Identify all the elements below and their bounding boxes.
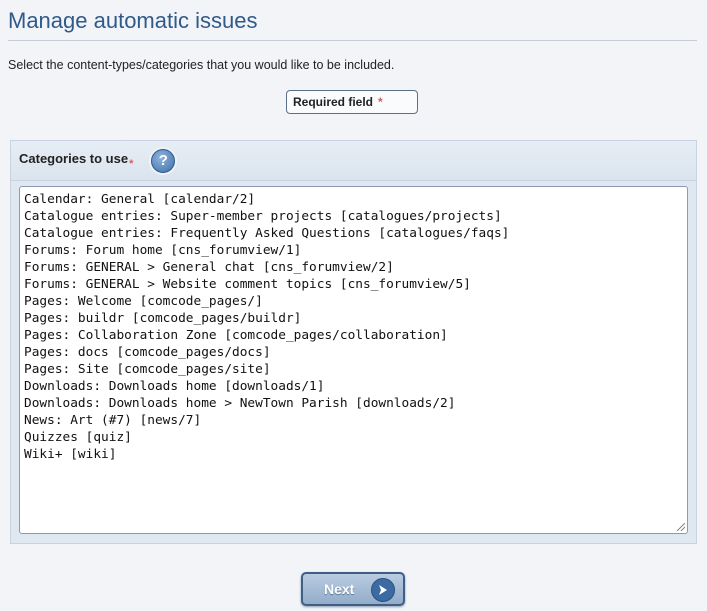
next-button[interactable]: Next	[301, 572, 405, 606]
category-option[interactable]: Forums: GENERAL > Website comment topics…	[24, 276, 683, 293]
category-option[interactable]: Catalogue entries: Super-member projects…	[24, 208, 683, 225]
category-option[interactable]: News: Art (#7) [news/7]	[24, 412, 683, 429]
title-divider	[8, 40, 697, 41]
categories-header: Categories to use* ?	[11, 141, 696, 181]
category-option[interactable]: Pages: docs [comcode_pages/docs]	[24, 344, 683, 361]
category-option[interactable]: Quizzes [quiz]	[24, 429, 683, 446]
category-option[interactable]: Forums: GENERAL > General chat [cns_foru…	[24, 259, 683, 276]
required-marker: *	[378, 95, 383, 109]
categories-select[interactable]: Calendar: General [calendar/2] Catalogue …	[19, 186, 688, 534]
arrow-right-icon	[371, 578, 395, 602]
category-option[interactable]: Calendar: General [calendar/2]	[24, 191, 683, 208]
required-field-label: Required field	[293, 95, 374, 109]
intro-text: Select the content-types/categories that…	[8, 58, 395, 72]
category-option[interactable]: Pages: Site [comcode_pages/site]	[24, 361, 683, 378]
categories-required-marker: *	[129, 157, 134, 170]
category-option[interactable]: Pages: Collaboration Zone [comcode_pages…	[24, 327, 683, 344]
question-icon[interactable]: ?	[151, 148, 176, 173]
category-option[interactable]: Pages: buildr [comcode_pages/buildr]	[24, 310, 683, 327]
required-field-legend: Required field *	[286, 90, 418, 114]
category-option[interactable]: Pages: Welcome [comcode_pages/]	[24, 293, 683, 310]
categories-panel: Categories to use* ? Calendar: General […	[10, 140, 697, 544]
category-option[interactable]: Wiki+ [wiki]	[24, 446, 683, 463]
page-title: Manage automatic issues	[8, 8, 258, 33]
category-option[interactable]: Downloads: Downloads home > NewTown Pari…	[24, 395, 683, 412]
category-option[interactable]: Forums: Forum home [cns_forumview/1]	[24, 242, 683, 259]
categories-label: Categories to use*	[19, 151, 133, 170]
categories-label-text: Categories to use	[19, 151, 129, 167]
resize-handle-icon[interactable]	[677, 523, 685, 531]
category-option[interactable]: Catalogue entries: Frequently Asked Ques…	[24, 225, 683, 242]
category-option[interactable]: Downloads: Downloads home [downloads/1]	[24, 378, 683, 395]
next-button-label: Next	[324, 581, 355, 597]
